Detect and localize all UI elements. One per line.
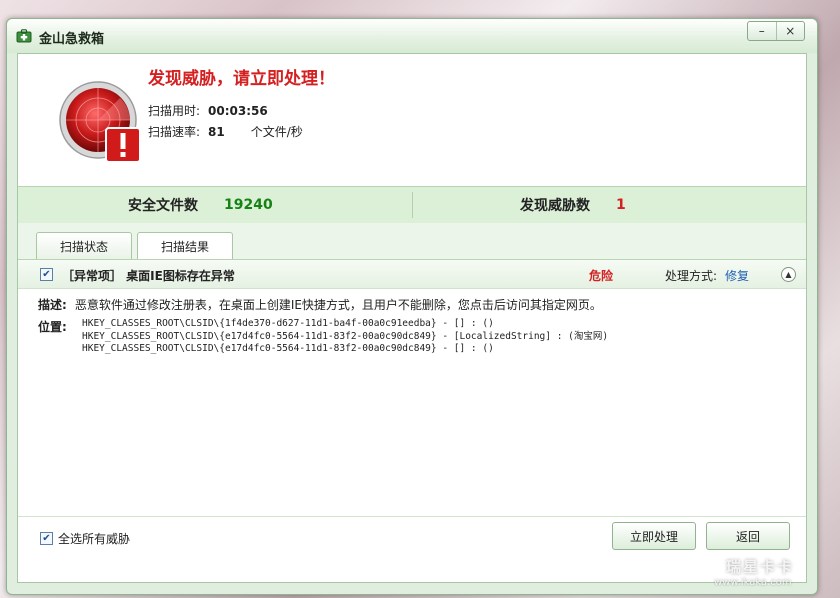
footer-divider: [18, 516, 806, 517]
location-line: HKEY_CLASSES_ROOT\CLSID\{e17d4fc0-5564-1…: [82, 330, 609, 342]
issue-danger-level: 危险: [589, 269, 614, 283]
select-all-label[interactable]: 全选所有威胁: [58, 530, 130, 547]
scan-time-row: 扫描用时: 00:03:56: [148, 102, 268, 119]
issue-method-label: 处理方式:: [665, 269, 718, 283]
close-button[interactable]: ×: [775, 22, 805, 40]
threats-count: 1: [616, 197, 626, 213]
watermark-brand: 瑞星卡卡: [726, 558, 795, 576]
location-label: 位置:: [38, 320, 67, 334]
location-list: HKEY_CLASSES_ROOT\CLSID\{1f4de370-d627-1…: [82, 318, 608, 356]
collapse-up-icon[interactable]: ▲: [781, 267, 796, 282]
minimize-button[interactable]: –: [748, 22, 776, 40]
radar-alert-icon: [58, 80, 142, 164]
tab-scan-result[interactable]: 扫描结果: [137, 232, 233, 260]
checkbox-checked-icon: ✔: [42, 532, 51, 544]
scan-speed-unit: 个文件/秒: [250, 125, 303, 139]
issue-header: ✔ ［异常项］ 桌面IE图标存在异常 危险 处理方式: 修复 ▲: [18, 259, 806, 289]
safe-files-stat: 安全文件数 19240: [128, 187, 273, 223]
window-title: 金山急救箱: [39, 32, 105, 47]
window-controls: – ×: [747, 21, 805, 41]
safe-files-count: 19240: [224, 197, 273, 213]
checkbox-checked-icon: ✔: [42, 268, 51, 280]
threats-label: 发现威胁数: [520, 198, 590, 214]
location-line: HKEY_CLASSES_ROOT\CLSID\{1f4de370-d627-1…: [82, 318, 494, 329]
title-bar[interactable]: 金山急救箱 – ×: [7, 19, 817, 53]
select-all-checkbox[interactable]: ✔: [40, 532, 53, 545]
scan-time-label: 扫描用时:: [148, 104, 201, 118]
issue-checkbox[interactable]: ✔: [40, 268, 53, 281]
description-label: 描述:: [38, 298, 67, 312]
stats-bar: 安全文件数 19240 发现威胁数 1: [18, 186, 806, 224]
tab-scan-status[interactable]: 扫描状态: [36, 232, 132, 259]
handle-now-button[interactable]: 立即处理: [612, 522, 696, 550]
watermark: 瑞星卡卡 www.ikaka.com: [714, 556, 822, 590]
scan-speed-label: 扫描速率:: [148, 125, 201, 139]
stats-divider: [412, 192, 413, 218]
content-panel: 发现威胁，请立即处理！ 扫描用时: 00:03:56 扫描速率: 81 个文件/秒 安…: [17, 53, 807, 583]
threats-stat: 发现威胁数 1: [520, 187, 626, 223]
watermark-url: www.ikaka.com: [714, 577, 792, 588]
main-window: 金山急救箱 – × 发现威胁，请立即处理！ 扫描用时: 00:03:56 扫描速…: [6, 18, 818, 595]
safe-files-label: 安全文件数: [128, 198, 198, 214]
location-line: HKEY_CLASSES_ROOT\CLSID\{e17d4fc0-5564-1…: [82, 343, 494, 354]
issue-method-link[interactable]: 修复: [725, 267, 749, 284]
threat-headline: 发现威胁，请立即处理！: [148, 69, 335, 89]
first-aid-kit-icon: [16, 29, 32, 43]
tab-bar: 扫描状态 扫描结果: [18, 223, 806, 260]
scan-speed-row: 扫描速率: 81 个文件/秒: [148, 123, 303, 140]
description-text: 恶意软件通过修改注册表，在桌面上创建IE快捷方式，且用户不能删除，您点击后访问其…: [74, 298, 602, 312]
scan-time-value: 00:03:56: [208, 104, 268, 118]
issue-title: ［异常项］ 桌面IE图标存在异常: [62, 269, 235, 283]
issue-description: 描述: 恶意软件通过修改注册表，在桌面上创建IE快捷方式，且用户不能删除，您点击后…: [38, 296, 602, 313]
back-button[interactable]: 返回: [706, 522, 790, 550]
scan-speed-value: 81: [208, 125, 225, 139]
